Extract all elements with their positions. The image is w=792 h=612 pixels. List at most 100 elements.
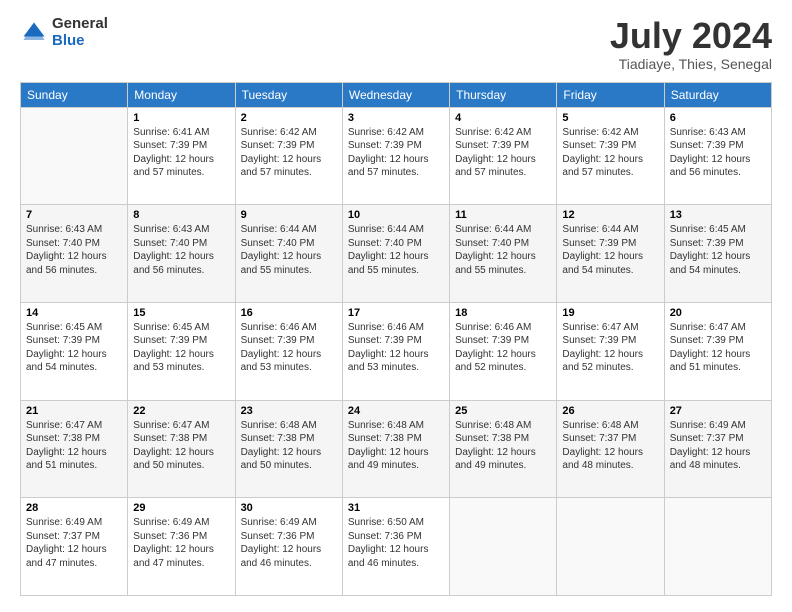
day-number: 12 (562, 209, 658, 221)
weekday-header-row: SundayMondayTuesdayWednesdayThursdayFrid… (21, 82, 772, 107)
day-number: 13 (670, 209, 766, 221)
day-number: 6 (670, 112, 766, 124)
day-info: Sunrise: 6:43 AMSunset: 7:40 PMDaylight:… (26, 223, 122, 277)
day-number: 27 (670, 405, 766, 417)
day-info: Sunrise: 6:44 AMSunset: 7:39 PMDaylight:… (562, 223, 658, 277)
day-info: Sunrise: 6:45 AMSunset: 7:39 PMDaylight:… (670, 223, 766, 277)
calendar-cell: 21Sunrise: 6:47 AMSunset: 7:38 PMDayligh… (21, 400, 128, 498)
calendar-cell: 27 Sunrise: 6:49 AMSunset: 7:37 PMDayligh… (664, 400, 771, 498)
calendar-cell: 24Sunrise: 6:48 AMSunset: 7:38 PMDayligh… (342, 400, 449, 498)
weekday-header-thursday: Thursday (450, 82, 557, 107)
day-number: 5 (562, 112, 658, 124)
logo-general-text: General (52, 16, 108, 33)
day-number: 26 (562, 405, 658, 417)
calendar-cell: 10 Sunrise: 6:44 AMSunset: 7:40 PMDayligh… (342, 205, 449, 303)
day-number: 31 (348, 502, 444, 514)
day-info: Sunrise: 6:46 AMSunset: 7:39 PMDaylight:… (455, 321, 551, 375)
weekday-header-friday: Friday (557, 82, 664, 107)
day-info: Sunrise: 6:45 AMSunset: 7:39 PMDaylight:… (133, 321, 229, 375)
calendar-cell: 16 Sunrise: 6:46 AMSunset: 7:39 PMDayligh… (235, 302, 342, 400)
calendar-cell: 22Sunrise: 6:47 AMSunset: 7:38 PMDayligh… (128, 400, 235, 498)
day-number: 14 (26, 307, 122, 319)
day-info: Sunrise: 6:43 AMSunset: 7:40 PMDaylight:… (133, 223, 229, 277)
day-info: Sunrise: 6:46 AMSunset: 7:39 PMDaylight:… (348, 321, 444, 375)
day-number: 3 (348, 112, 444, 124)
calendar-cell: 29 Sunrise: 6:49 AMSunset: 7:36 PMDayligh… (128, 498, 235, 596)
calendar-cell: 17 Sunrise: 6:46 AMSunset: 7:39 PMDayligh… (342, 302, 449, 400)
calendar-week-row: 14 Sunrise: 6:45 AMSunset: 7:39 PMDayligh… (21, 302, 772, 400)
calendar-cell: 20 Sunrise: 6:47 AMSunset: 7:39 PMDayligh… (664, 302, 771, 400)
day-info: Sunrise: 6:47 AMSunset: 7:39 PMDaylight:… (670, 321, 766, 375)
day-info: Sunrise: 6:44 AMSunset: 7:40 PMDaylight:… (455, 223, 551, 277)
day-info: Sunrise: 6:48 AMSunset: 7:38 PMDaylight:… (455, 419, 551, 473)
day-number: 25 (455, 405, 551, 417)
page: General Blue July 2024 Tiadiaye, Thies, … (0, 0, 792, 612)
calendar-cell: 23Sunrise: 6:48 AMSunset: 7:38 PMDayligh… (235, 400, 342, 498)
header: General Blue July 2024 Tiadiaye, Thies, … (20, 16, 772, 72)
day-number: 19 (562, 307, 658, 319)
day-number: 4 (455, 112, 551, 124)
calendar-week-row: 21 Sunrise: 6:47 AMSunset: 7:38 PMDayligh… (21, 400, 772, 498)
calendar-cell (450, 498, 557, 596)
day-info: Sunrise: 6:49 AMSunset: 7:37 PMDaylight:… (670, 419, 766, 473)
calendar-cell: 1Sunrise: 6:41 AMSunset: 7:39 PMDaylight… (128, 107, 235, 205)
day-info: Sunrise: 6:46 AMSunset: 7:39 PMDaylight:… (241, 321, 337, 375)
day-number: 2 (241, 112, 337, 124)
calendar-cell: 13 Sunrise: 6:45 AMSunset: 7:39 PMDayligh… (664, 205, 771, 303)
calendar-cell: 30Sunrise: 6:49 AMSunset: 7:36 PMDayligh… (235, 498, 342, 596)
calendar-cell (664, 498, 771, 596)
day-info: Sunrise: 6:42 AMSunset: 7:39 PMDaylight:… (241, 126, 337, 180)
day-info: Sunrise: 6:44 AMSunset: 7:40 PMDaylight:… (348, 223, 444, 277)
calendar-cell: 8Sunrise: 6:43 AMSunset: 7:40 PMDaylight… (128, 205, 235, 303)
logo-blue-text: Blue (52, 33, 108, 50)
day-info: Sunrise: 6:41 AMSunset: 7:39 PMDaylight:… (133, 126, 229, 180)
weekday-header-sunday: Sunday (21, 82, 128, 107)
day-info: Sunrise: 6:47 AMSunset: 7:39 PMDaylight:… (562, 321, 658, 375)
calendar-cell: 6 Sunrise: 6:43 AMSunset: 7:39 PMDaylight… (664, 107, 771, 205)
day-number: 17 (348, 307, 444, 319)
weekday-header-wednesday: Wednesday (342, 82, 449, 107)
day-info: Sunrise: 6:43 AMSunset: 7:39 PMDaylight:… (670, 126, 766, 180)
day-number: 28 (26, 502, 122, 514)
day-info: Sunrise: 6:47 AMSunset: 7:38 PMDaylight:… (133, 419, 229, 473)
day-info: Sunrise: 6:48 AMSunset: 7:38 PMDaylight:… (241, 419, 337, 473)
calendar-cell: 2 Sunrise: 6:42 AMSunset: 7:39 PMDaylight… (235, 107, 342, 205)
day-number: 7 (26, 209, 122, 221)
day-number: 10 (348, 209, 444, 221)
calendar-week-row: 7 Sunrise: 6:43 AMSunset: 7:40 PMDaylight… (21, 205, 772, 303)
day-number: 30 (241, 502, 337, 514)
day-number: 15 (133, 307, 229, 319)
weekday-header-saturday: Saturday (664, 82, 771, 107)
day-number: 11 (455, 209, 551, 221)
calendar-cell: 26Sunrise: 6:48 AMSunset: 7:37 PMDayligh… (557, 400, 664, 498)
day-number: 16 (241, 307, 337, 319)
calendar-cell: 4Sunrise: 6:42 AMSunset: 7:39 PMDaylight… (450, 107, 557, 205)
day-info: Sunrise: 6:49 AMSunset: 7:37 PMDaylight:… (26, 516, 122, 570)
calendar-cell: 18Sunrise: 6:46 AMSunset: 7:39 PMDayligh… (450, 302, 557, 400)
day-number: 20 (670, 307, 766, 319)
logo: General Blue (20, 16, 108, 49)
logo-icon (20, 19, 48, 47)
day-number: 21 (26, 405, 122, 417)
location-subtitle: Tiadiaye, Thies, Senegal (610, 56, 772, 72)
day-number: 24 (348, 405, 444, 417)
month-title: July 2024 (610, 16, 772, 56)
day-info: Sunrise: 6:45 AMSunset: 7:39 PMDaylight:… (26, 321, 122, 375)
calendar-cell: 14 Sunrise: 6:45 AMSunset: 7:39 PMDayligh… (21, 302, 128, 400)
calendar-table: SundayMondayTuesdayWednesdayThursdayFrid… (20, 82, 772, 596)
calendar-cell: 31 Sunrise: 6:50 AMSunset: 7:36 PMDayligh… (342, 498, 449, 596)
calendar-cell: 5 Sunrise: 6:42 AMSunset: 7:39 PMDaylight… (557, 107, 664, 205)
day-info: Sunrise: 6:44 AMSunset: 7:40 PMDaylight:… (241, 223, 337, 277)
day-number: 9 (241, 209, 337, 221)
calendar-cell: 7 Sunrise: 6:43 AMSunset: 7:40 PMDaylight… (21, 205, 128, 303)
calendar-cell: 15 Sunrise: 6:45 AMSunset: 7:39 PMDayligh… (128, 302, 235, 400)
day-number: 29 (133, 502, 229, 514)
title-block: July 2024 Tiadiaye, Thies, Senegal (610, 16, 772, 72)
day-info: Sunrise: 6:49 AMSunset: 7:36 PMDaylight:… (133, 516, 229, 570)
day-info: Sunrise: 6:42 AMSunset: 7:39 PMDaylight:… (562, 126, 658, 180)
day-info: Sunrise: 6:50 AMSunset: 7:36 PMDaylight:… (348, 516, 444, 570)
calendar-cell: 9 Sunrise: 6:44 AMSunset: 7:40 PMDaylight… (235, 205, 342, 303)
calendar-cell: 28 Sunrise: 6:49 AMSunset: 7:37 PMDayligh… (21, 498, 128, 596)
calendar-cell (21, 107, 128, 205)
logo-text: General Blue (52, 16, 108, 49)
